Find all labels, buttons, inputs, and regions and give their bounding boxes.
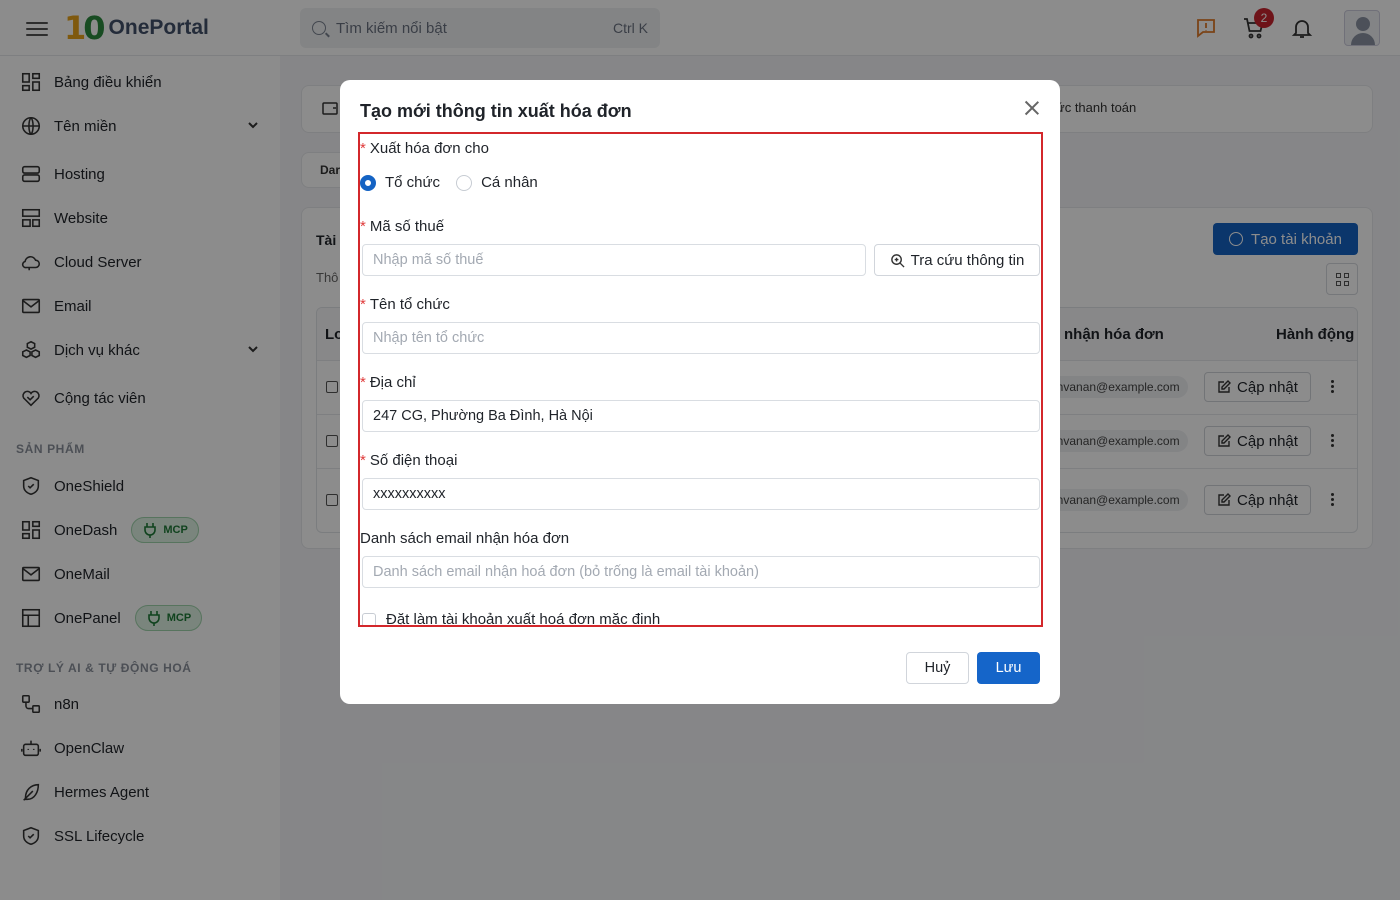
org-name-label: * Tên tổ chức xyxy=(360,296,450,313)
radio-organization[interactable] xyxy=(360,174,376,191)
modal-title: Tạo mới thông tin xuất hóa đơn xyxy=(360,101,632,121)
radio-individual-label[interactable]: Cá nhân xyxy=(481,174,538,191)
address-label: * Địa chỉ xyxy=(360,374,416,391)
org-name-input[interactable] xyxy=(362,322,1040,354)
default-account-row[interactable]: Đặt làm tài khoản xuất hoá đơn mặc định xyxy=(362,611,660,625)
default-account-label[interactable]: Đặt làm tài khoản xuất hoá đơn mặc định xyxy=(386,611,660,625)
phone-label: * Số điện thoại xyxy=(360,452,458,469)
radio-individual[interactable] xyxy=(456,174,473,191)
tax-code-label: * Mã số thuế xyxy=(360,218,445,235)
save-button[interactable]: Lưu xyxy=(977,652,1040,684)
tax-code-input[interactable] xyxy=(362,244,866,276)
email-list-input[interactable] xyxy=(362,556,1040,588)
close-icon[interactable] xyxy=(1022,98,1042,118)
lookup-info-button[interactable]: Tra cứu thông tin xyxy=(874,244,1040,276)
radio-organization-label[interactable]: Tổ chức xyxy=(385,174,440,191)
phone-input[interactable] xyxy=(362,478,1040,510)
invoice-form: * Xuất hóa đơn cho Tổ chức Cá nhân * Mã số… xyxy=(358,132,1043,627)
default-account-checkbox[interactable] xyxy=(362,612,376,625)
cancel-button[interactable]: Huỷ xyxy=(906,652,969,684)
email-list-label: Danh sách email nhận hóa đơn xyxy=(360,530,570,547)
invoice-for-radio-group: Tổ chức Cá nhân xyxy=(360,174,554,191)
create-invoice-info-modal: Tạo mới thông tin xuất hóa đơn * Xuất hóa… xyxy=(340,80,1060,704)
zoom-in-icon xyxy=(890,253,905,268)
invoice-for-label: * Xuất hóa đơn cho xyxy=(360,140,489,157)
address-input[interactable] xyxy=(362,400,1040,432)
